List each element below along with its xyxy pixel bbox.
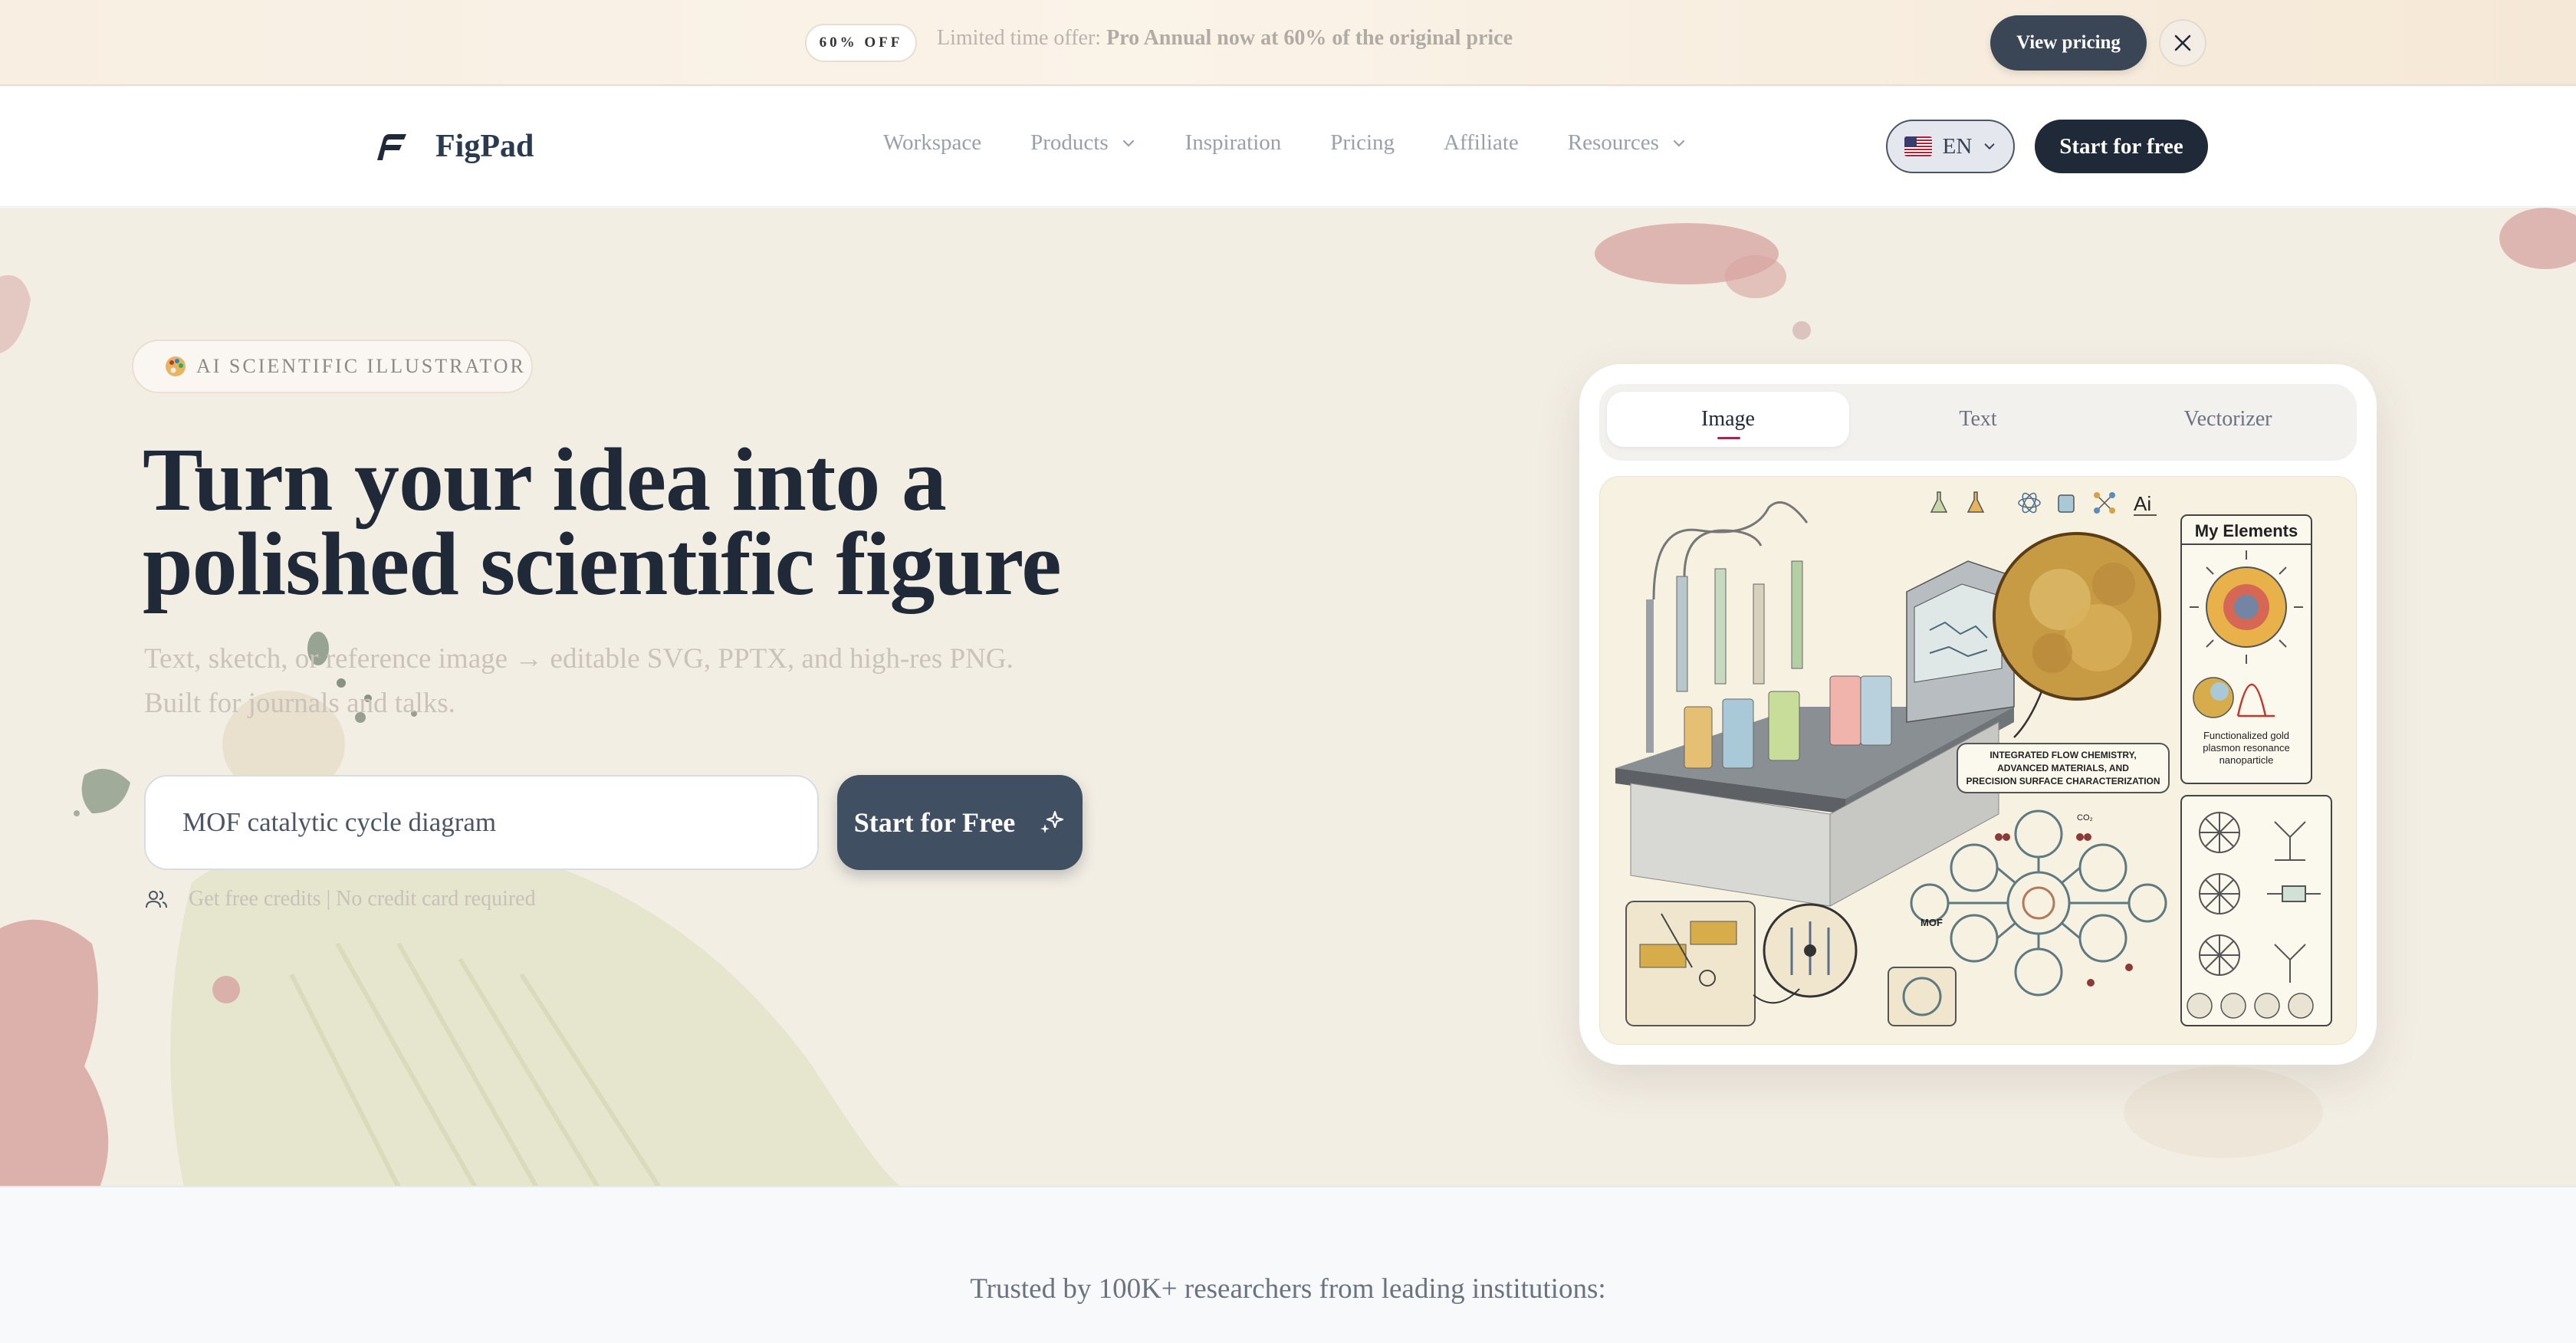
nav-workspace[interactable]: Workspace [883,130,981,156]
nav-workspace-label: Workspace [883,130,982,155]
my-elements-title: My Elements [2195,521,2298,540]
demo-card: Image Text Vectorizer Ai INTEGRATED FLOW… [1579,364,2377,1065]
nav-inspiration-label: Inspiration [1184,130,1282,155]
nav-products[interactable]: Products [1030,130,1136,156]
nav-pricing[interactable]: Pricing [1330,130,1395,156]
hero-title: Turn your idea into a polished scientifi… [143,435,1139,609]
promo-banner: 60% OFF Limited time offer: Pro Annual n… [0,0,2576,86]
callout-line-2: ADVANCED MATERIALS, AND [1997,763,2129,773]
start-for-free-hero-label: Start for Free [853,807,1016,838]
palette-icon [166,356,186,376]
callout-line-1: INTEGRATED FLOW CHEMISTRY, [1990,750,2136,760]
beaker-icon[interactable] [1967,491,1985,513]
tab-image[interactable]: Image [1607,392,1849,447]
hero-section: AI SCIENTIFIC ILLUSTRATOR Turn your idea… [0,208,2576,1187]
brand-name: FigPad [435,129,534,164]
cup-icon[interactable] [2058,494,2075,513]
promo-text: Limited time offer: Pro Annual now at 60… [937,26,1513,51]
mof-label: MOF [1921,917,1943,928]
language-code: EN [1942,133,1973,159]
element-caption-line-1: Functionalized gold [2203,730,2289,741]
demo-illustration: Ai INTEGRATED FLOW CHEMISTRY, ADVANCED M… [1599,476,2357,1045]
element-library-panel [2180,795,2332,1026]
free-credits-text: Get free credits | No credit card requir… [189,887,536,911]
close-promo-button[interactable] [2159,19,2206,67]
start-for-free-hero-button[interactable]: Start for Free [837,775,1083,870]
chevron-down-icon [1984,143,1995,150]
promo-text-highlight: Pro Annual now at 60% of the original pr… [1106,26,1513,50]
sensor-inset [1625,901,1957,1026]
flask-icon[interactable] [1930,491,1948,513]
element-caption-line-3: nanoparticle [2220,754,2274,766]
atom-icon[interactable] [2018,491,2041,514]
sparkles-icon [1040,810,1064,833]
nav-resources-label: Resources [1567,130,1659,155]
view-pricing-button[interactable]: View pricing [1990,15,2147,71]
nav-links: Workspace Products Inspiration Pricing A… [883,130,1736,156]
hero-subtitle-line-1: Text, sketch, or reference image → edita… [144,643,1014,675]
chevron-down-icon [1122,140,1134,147]
nav-affiliate-label: Affiliate [1444,130,1519,155]
callout-label: INTEGRATED FLOW CHEMISTRY, ADVANCED MATE… [1957,743,2170,793]
canvas-toolbar: Ai [1930,491,2157,516]
nav-resources[interactable]: Resources [1568,130,1687,156]
nav-products-label: Products [1030,130,1109,155]
ai-tool-label[interactable]: Ai [2134,492,2151,515]
chevron-down-icon [1673,140,1685,147]
my-elements-panel: My Elements Functionalized gold plasmon … [2180,514,2312,784]
hero-title-line-2: polished scientific figure [143,514,1062,614]
figpad-logo-icon [377,134,406,160]
callout-line-3: PRECISION SURFACE CHARACTERIZATION [1966,776,2160,786]
language-selector[interactable]: EN [1886,120,2015,173]
brand-logo-link[interactable]: FigPad [376,128,534,165]
close-icon [2174,34,2191,51]
scientific-illustration: Ai INTEGRATED FLOW CHEMISTRY, ADVANCED M… [1615,491,2332,1026]
nav-inspiration[interactable]: Inspiration [1185,130,1282,156]
ai-illustrator-pill: AI SCIENTIFIC ILLUSTRATOR [132,340,533,393]
us-flag-icon [1904,136,1932,156]
mof-guest-molecules [1995,833,2133,987]
co2-label: CO₂ [2077,813,2093,823]
hero-subtitle-line-2: Built for journals and talks. [144,688,455,719]
tab-vectorizer[interactable]: Vectorizer [2107,392,2349,447]
top-nav: FigPad Workspace Products Inspiration Pr… [0,87,2576,207]
nav-pricing-label: Pricing [1330,130,1395,155]
demo-tabs: Image Text Vectorizer [1599,384,2357,461]
trusted-by-heading: Trusted by 100K+ researchers from leadin… [970,1273,1606,1305]
lab-bench-illustration [1615,501,2015,907]
hero-subtitle: Text, sketch, or reference image → edita… [144,637,1141,726]
promo-text-prefix: Limited time offer: [937,26,1107,50]
element-caption-line-2: plasmon resonance [2203,742,2289,754]
molecule-icon[interactable] [2094,492,2115,514]
gold-texture-inset [1993,532,2161,738]
ai-illustrator-label: AI SCIENTIFIC ILLUSTRATOR [196,355,526,377]
discount-badge: 60% OFF [805,24,917,62]
tab-text[interactable]: Text [1857,392,2099,447]
start-for-free-nav-button[interactable]: Start for free [2035,120,2208,173]
nav-affiliate[interactable]: Affiliate [1444,130,1519,156]
free-credits-note: Get free credits | No credit card requir… [144,887,536,911]
users-icon [146,891,167,908]
idea-prompt-input[interactable] [144,775,819,870]
